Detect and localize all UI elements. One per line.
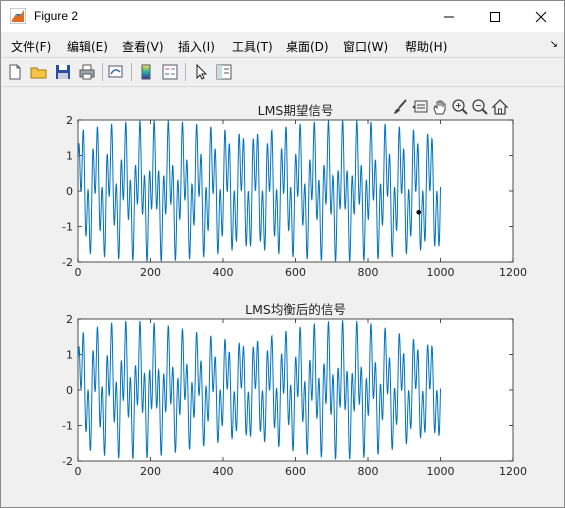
maximize-button[interactable] (472, 1, 518, 32)
toolbar-separator (185, 63, 186, 81)
property-inspector-icon[interactable] (215, 63, 233, 81)
y-tick-label: -1 (62, 221, 73, 234)
menu-desktop[interactable]: 桌面(D) (286, 38, 329, 55)
x-tick-label: 800 (358, 465, 379, 478)
x-tick-label: 200 (140, 465, 161, 478)
y-tick-label: -2 (62, 455, 73, 468)
x-tick-label: 1200 (499, 266, 527, 279)
chart-title: LMS均衡后的信号 (245, 302, 346, 317)
menu-tools[interactable]: 工具(T) (232, 38, 273, 55)
insert-colorbar-icon[interactable] (137, 63, 155, 81)
x-tick-label: 400 (213, 266, 234, 279)
link-plot-icon[interactable] (107, 63, 125, 81)
x-tick-label: 1000 (427, 465, 455, 478)
x-tick-label: 0 (75, 465, 82, 478)
toolbar (1, 57, 564, 87)
open-file-icon[interactable] (30, 63, 48, 81)
y-tick-label: 0 (66, 185, 73, 198)
x-tick-label: 0 (75, 266, 82, 279)
save-icon[interactable] (54, 63, 72, 81)
x-tick-label: 600 (285, 266, 306, 279)
x-tick-label: 200 (140, 266, 161, 279)
x-tick-label: 800 (358, 266, 379, 279)
toolbar-separator (102, 63, 103, 81)
data-cursor-dot (416, 210, 422, 215)
matlab-icon (9, 7, 27, 25)
window-title: Figure 2 (34, 9, 79, 23)
insert-legend-icon[interactable] (161, 63, 179, 81)
x-tick-label: 1000 (427, 266, 455, 279)
edit-plot-icon[interactable] (192, 63, 210, 81)
menu-edit[interactable]: 编辑(E) (67, 38, 108, 55)
close-button[interactable] (518, 1, 564, 32)
minimize-button[interactable] (426, 1, 472, 32)
menu-file[interactable]: 文件(F) (11, 38, 51, 55)
toolbar-separator (131, 63, 132, 81)
menu-insert[interactable]: 插入(I) (178, 38, 215, 55)
figure-window: Figure 2 文件(F) 编辑(E) 查看(V) 插入(I) 工具(T) 桌… (0, 0, 565, 508)
new-figure-icon[interactable] (6, 63, 24, 81)
y-tick-label: 1 (66, 349, 73, 362)
y-tick-label: -2 (62, 256, 73, 269)
y-tick-label: 2 (66, 114, 73, 127)
chart-title: LMS期望信号 (258, 103, 334, 118)
title-bar[interactable]: Figure 2 (1, 1, 564, 32)
y-tick-label: 2 (66, 313, 73, 326)
print-icon[interactable] (78, 63, 96, 81)
menu-window[interactable]: 窗口(W) (343, 38, 388, 55)
menu-overflow-icon[interactable]: ↘ (550, 39, 558, 50)
y-tick-label: 0 (66, 384, 73, 397)
y-tick-label: -1 (62, 420, 73, 433)
plots-canvas: LMS期望信号0 200 400 600 800 1000 1200-2-1012LMS均衡… (62, 103, 527, 478)
menu-view[interactable]: 查看(V) (122, 38, 164, 55)
x-tick-label: 600 (285, 465, 306, 478)
x-tick-label: 400 (213, 465, 234, 478)
y-tick-label: 1 (66, 150, 73, 163)
menu-bar: 文件(F) 编辑(E) 查看(V) 插入(I) 工具(T) 桌面(D) 窗口(W… (1, 32, 564, 56)
x-tick-label: 1200 (499, 465, 527, 478)
menu-help[interactable]: 帮助(H) (405, 38, 447, 55)
